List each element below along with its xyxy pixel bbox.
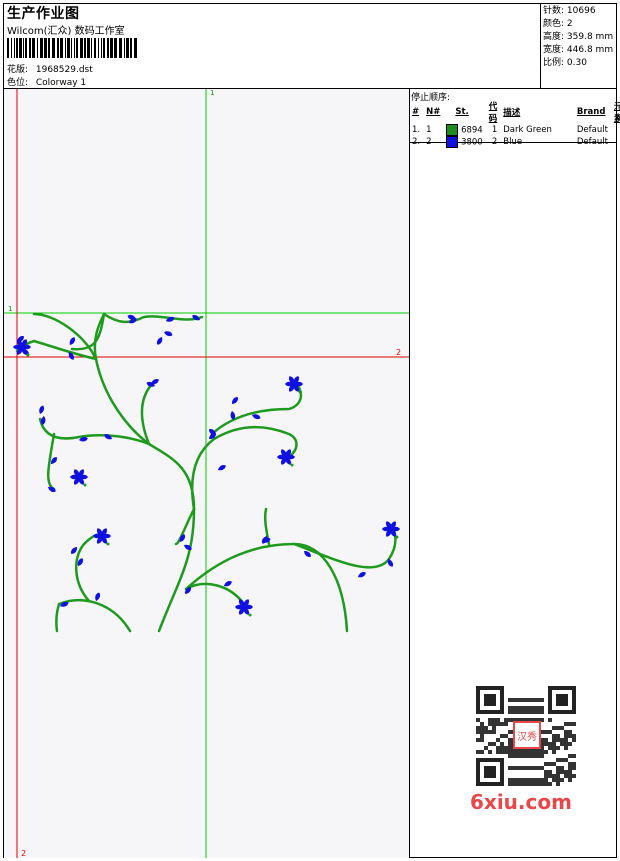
page-title: 生产作业图: [7, 6, 80, 22]
swatch-blue: [446, 136, 459, 148]
studio-name: Wilcom(汇众) 数码工作室: [7, 26, 125, 37]
embroidery-preview: 1 1 2 2: [4, 89, 409, 858]
swatch-green: [446, 124, 459, 136]
qr-stamp-text: 汉秀: [517, 731, 537, 743]
stat-height: 高度: 359.8 mm: [543, 32, 614, 42]
stop-sequence-table: # N# St. 代码 描述 Brand 元素 1. 1 6894 1 Dark…: [409, 100, 620, 148]
design-canvas: 1 1 2 2: [4, 89, 409, 858]
stat-scale: 比例: 0.30: [543, 58, 587, 68]
colorway-row: 色位: Colorway 1: [7, 75, 86, 88]
watermark-text: 6xiu.com: [470, 790, 572, 814]
barcode: [7, 38, 137, 58]
design-row: 花版: 1968529.dst: [7, 62, 93, 75]
panel-divider: [409, 88, 410, 858]
table-header: # N# St. 代码 描述 Brand 元素: [412, 102, 620, 124]
stat-width: 宽度: 446.8 mm: [543, 45, 614, 55]
design-file: 1968529.dst: [35, 65, 93, 75]
colorway-value: Colorway 1: [35, 78, 87, 88]
guide-label: 2: [21, 849, 26, 858]
stat-stitches: 针数: 10696: [543, 6, 596, 16]
colorway-label: 色位:: [7, 78, 29, 88]
guide-label: 1: [210, 89, 214, 97]
design-label: 花版:: [7, 65, 29, 75]
table-row: 2. 2 3800 2 Blue Default: [412, 136, 608, 148]
table-row: 1. 1 6894 1 Dark Green Default: [412, 124, 608, 136]
stat-colors: 颜色: 2: [543, 19, 573, 29]
guide-label: 2: [396, 348, 401, 357]
qr-code: 汉秀: [470, 680, 582, 792]
stats-divider: [540, 3, 541, 89]
design-stats: 针数: 10696 颜色: 2 高度: 359.8 mm 宽度: 446.8 m…: [543, 5, 613, 70]
guide-label: 1: [8, 305, 12, 313]
